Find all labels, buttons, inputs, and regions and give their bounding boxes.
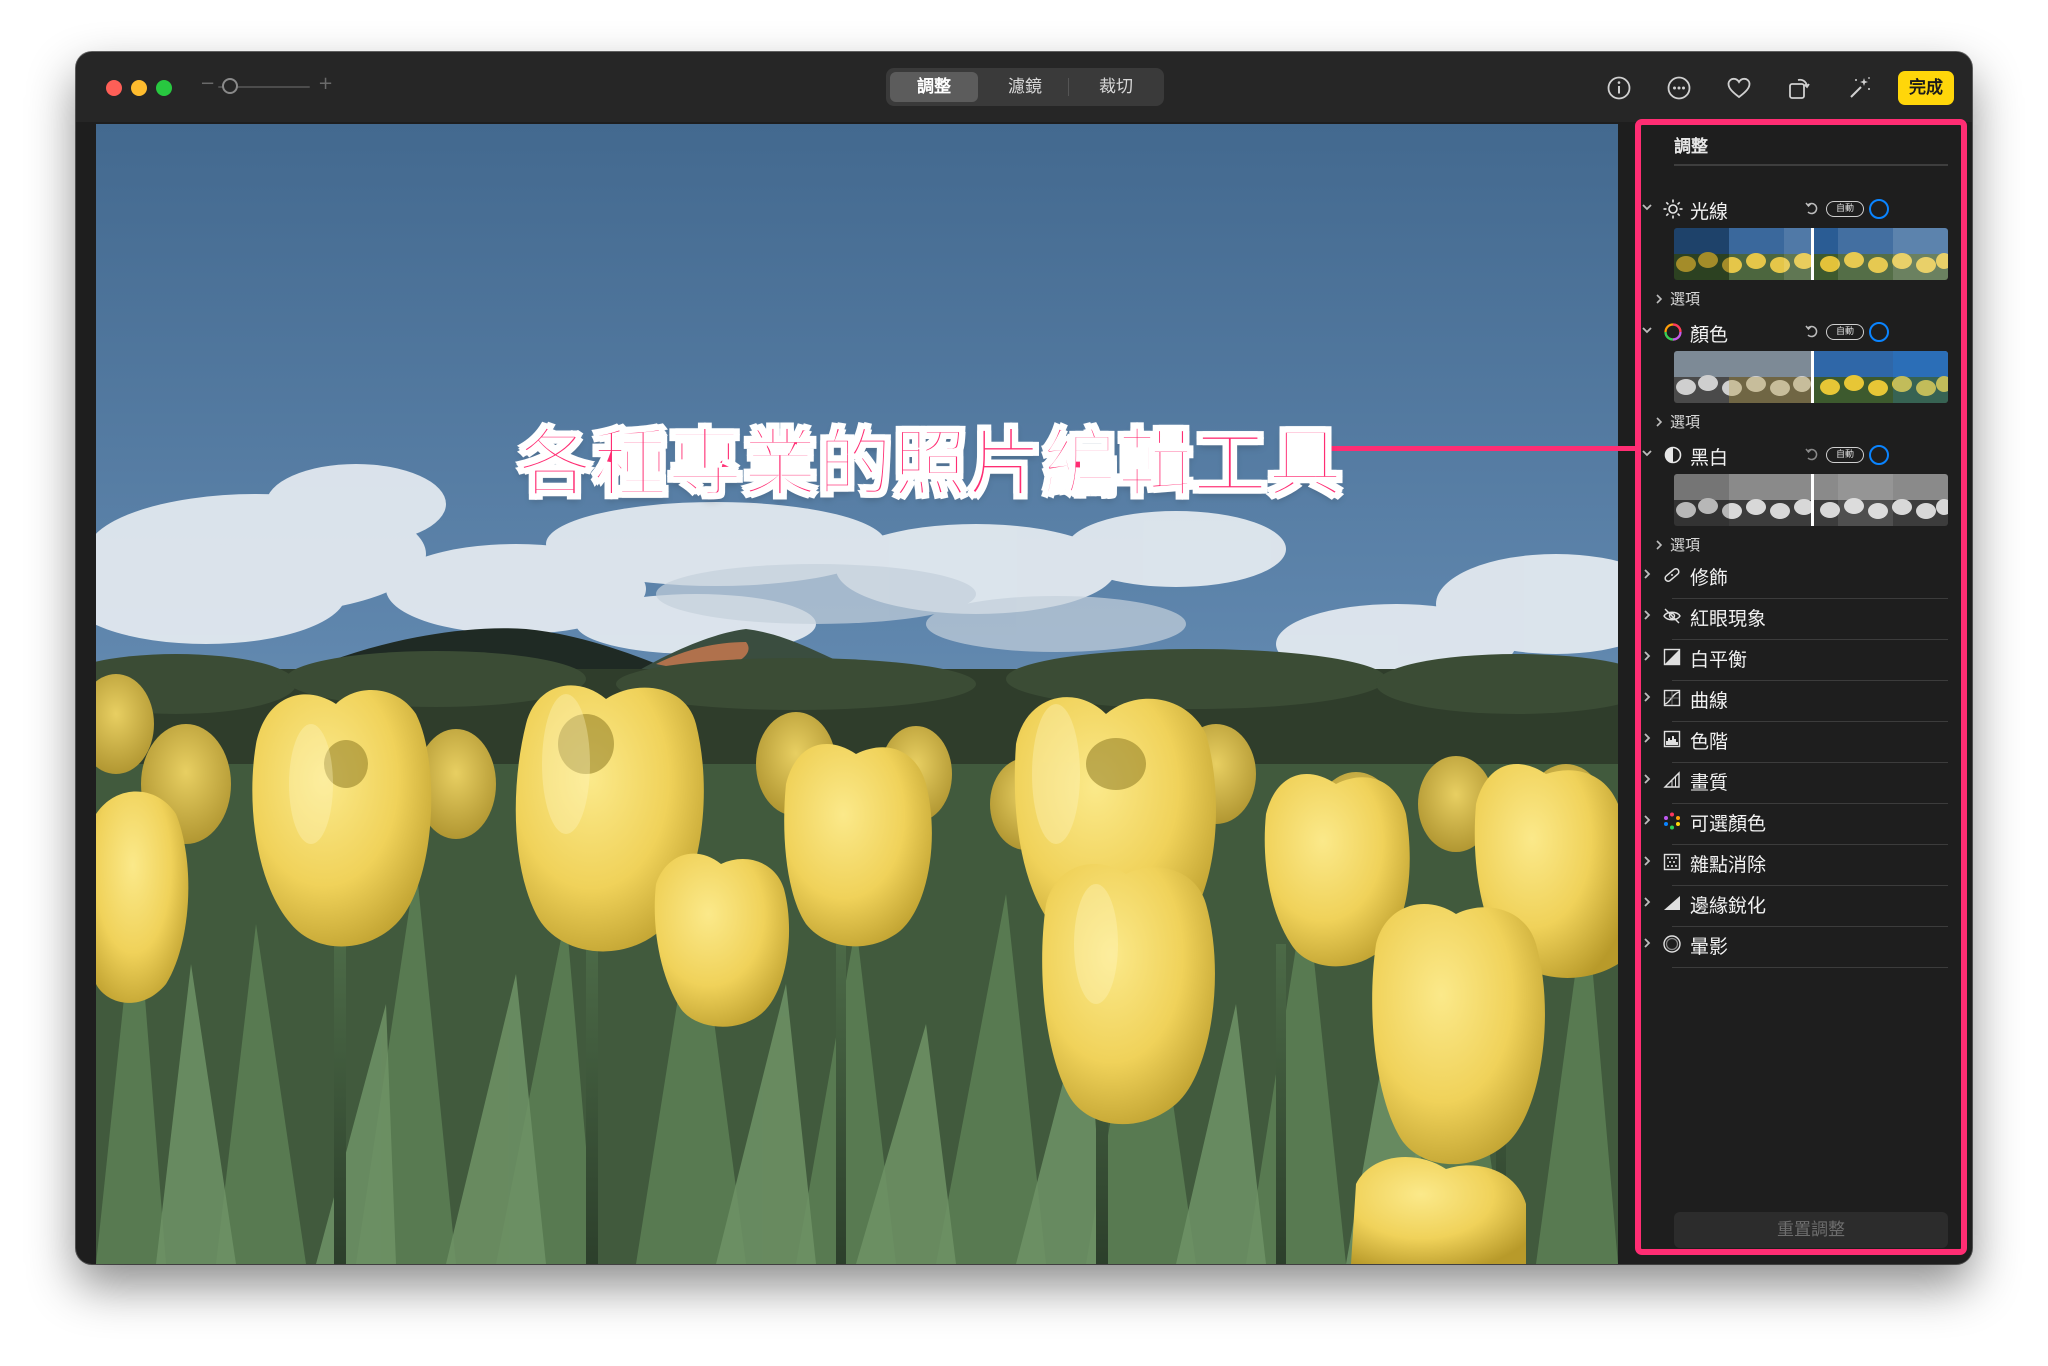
tab-filters[interactable]: 濾鏡 xyxy=(981,72,1069,102)
tulip-photo xyxy=(96,124,1618,1264)
done-button[interactable]: 完成 xyxy=(1898,71,1954,105)
edit-mode-tabs: 調整 濾鏡 裁切 xyxy=(886,68,1164,106)
zoom-window-button[interactable] xyxy=(156,80,172,96)
rotate-icon[interactable] xyxy=(1784,73,1814,103)
tab-adjust[interactable]: 調整 xyxy=(890,72,978,102)
zoom-out-icon[interactable]: − xyxy=(200,74,215,94)
toolbar: − + 調整 濾鏡 裁切 完成 xyxy=(76,52,1972,122)
callout-text: 各種專業的照片編輯工具 xyxy=(517,420,1343,508)
sidebar-highlight-box xyxy=(1635,119,1967,1255)
photo-canvas[interactable] xyxy=(96,124,1618,1264)
minimize-button[interactable] xyxy=(131,80,147,96)
info-icon[interactable] xyxy=(1604,73,1634,103)
more-icon[interactable] xyxy=(1664,73,1694,103)
zoom-slider-knob[interactable] xyxy=(222,78,238,94)
magic-wand-icon[interactable] xyxy=(1844,73,1874,103)
tab-crop[interactable]: 裁切 xyxy=(1072,72,1160,102)
callout-connector xyxy=(1306,446,1636,451)
close-button[interactable] xyxy=(106,80,122,96)
zoom-in-icon[interactable]: + xyxy=(318,74,333,94)
heart-icon[interactable] xyxy=(1724,73,1754,103)
